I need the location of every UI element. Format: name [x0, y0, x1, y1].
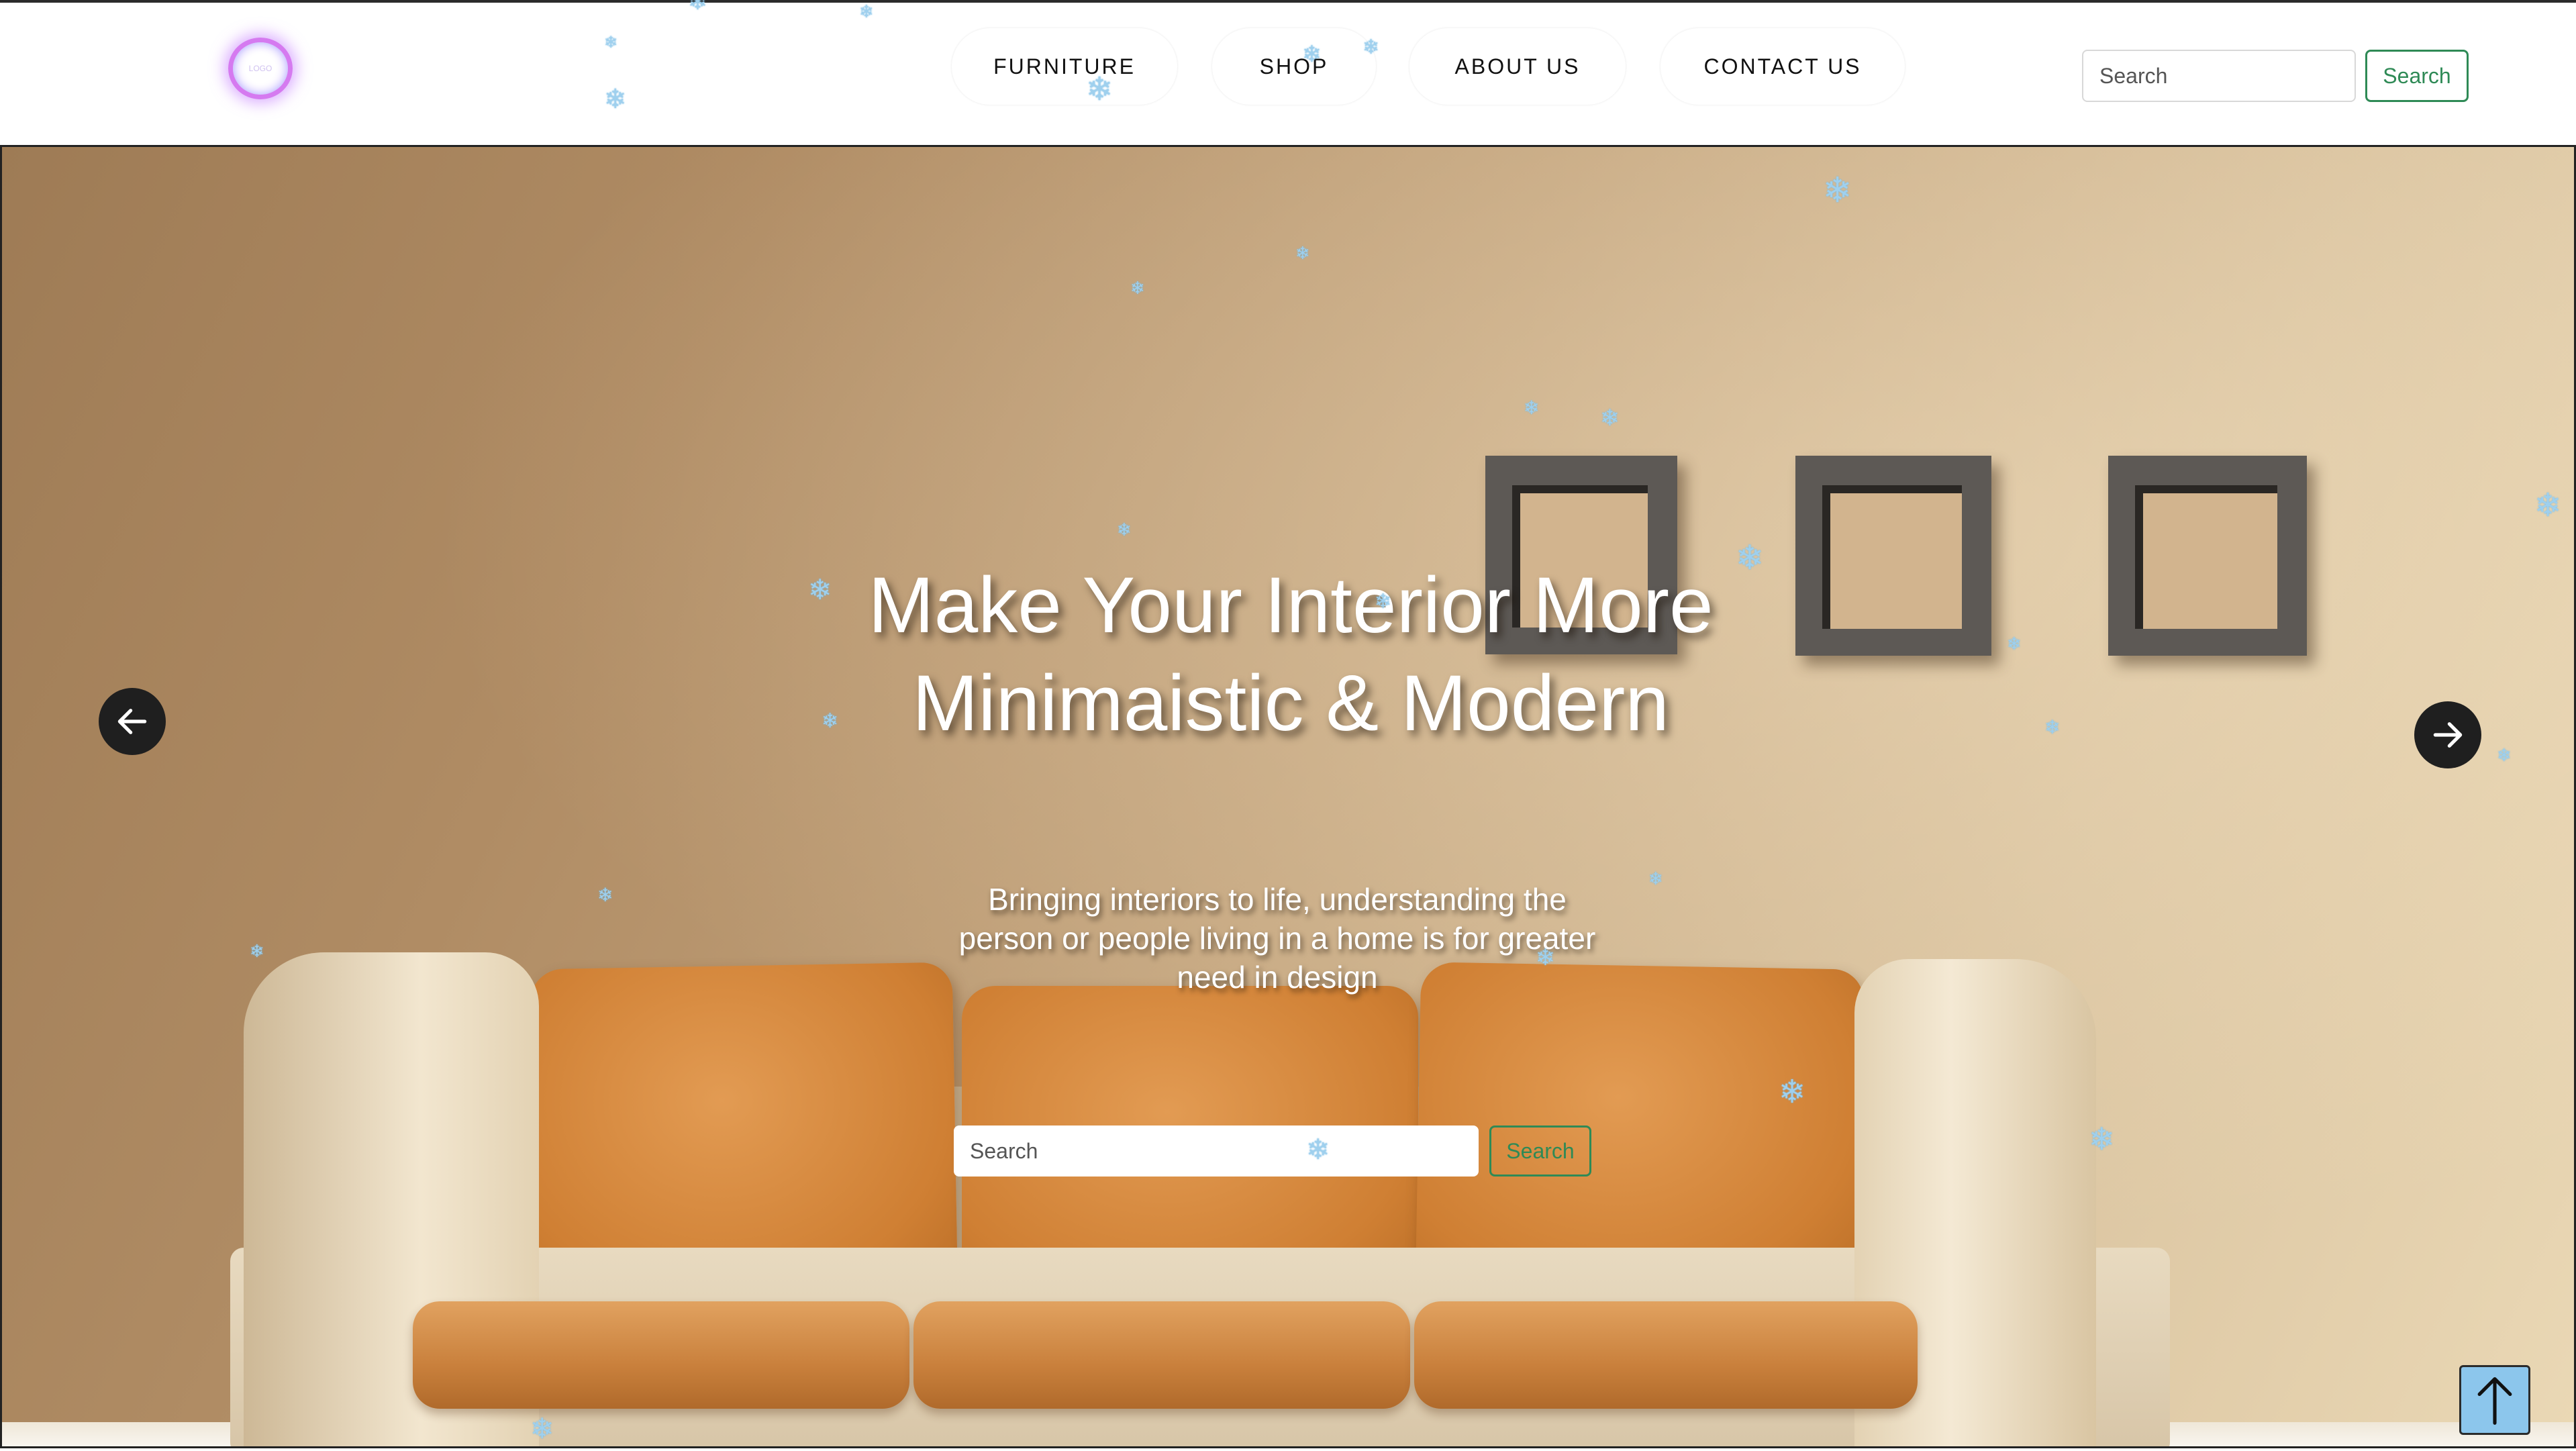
carousel-prev-button[interactable]	[99, 688, 166, 755]
snowflake-icon: ❄	[1306, 1134, 1330, 1165]
hero-subtitle-line: Bringing interiors to life, understandin…	[988, 882, 1567, 917]
snowflake-icon: ❄	[1375, 591, 1392, 613]
snowflake-icon: ❄	[2534, 488, 2562, 523]
hero-carousel: Make Your Interior More Minimaistic & Mo…	[0, 145, 2576, 1448]
snowflake-icon: ❄	[604, 85, 627, 114]
nav-link-contact-us[interactable]: CONTACT US	[1661, 28, 1905, 105]
snowflake-icon: ❄	[1648, 868, 1663, 889]
hero-subtitle: Bringing interiors to life, understandin…	[928, 880, 1626, 997]
snowflake-icon: ❄	[530, 1413, 554, 1444]
snowflake-icon: ❄	[604, 34, 618, 52]
snowflake-icon: ❄	[1086, 72, 1113, 107]
snowflake-icon: ❄	[2044, 717, 2061, 738]
header-search-button[interactable]: Search	[2365, 50, 2469, 102]
arrow-right-icon	[2433, 722, 2463, 748]
snowflake-icon: ❄	[1524, 397, 1540, 418]
snowflake-icon: ❄	[859, 1, 874, 21]
nav-link-about-us[interactable]: ABOUT US	[1409, 28, 1626, 105]
wall-shelf	[2108, 456, 2307, 656]
header-search-input[interactable]	[2082, 50, 2356, 102]
site-header: LOGO FURNITURE SHOP ABOUT US CONTACT US …	[0, 3, 2576, 145]
snowflake-icon: ❄	[808, 574, 832, 605]
site-logo[interactable]: LOGO	[228, 38, 293, 99]
hero-subtitle-line: need in design	[1177, 960, 1378, 995]
hero-title: Make Your Interior More Minimaistic & Mo…	[754, 556, 1828, 752]
snowflake-icon: ❄	[2007, 634, 2022, 654]
nav-link-shop[interactable]: SHOP	[1212, 28, 1376, 105]
snowflake-icon: ❄	[1117, 519, 1132, 540]
carousel-next-button[interactable]	[2414, 701, 2481, 768]
hero-subtitle-line: person or people living in a home is for…	[958, 921, 1596, 956]
hero-title-line: Minimaistic & Modern	[912, 659, 1669, 748]
snowflake-icon: ❄	[250, 941, 264, 961]
scroll-to-top-button[interactable]	[2459, 1365, 2530, 1435]
snowflake-icon: ❄	[1130, 278, 1145, 298]
snowflake-icon: ❄	[1736, 539, 1764, 577]
sofa-seat-cushion	[413, 1301, 909, 1409]
snowflake-icon: ❄	[2497, 745, 2512, 765]
snowflake-icon: ❄	[688, 0, 707, 15]
snowflake-icon: ❄	[1600, 405, 1620, 431]
logo-text: LOGO	[248, 64, 273, 73]
sofa-seat-cushion	[1414, 1301, 1918, 1409]
snowflake-icon: ❄	[1363, 36, 1380, 58]
hero-title-line: Make Your Interior More	[868, 561, 1714, 650]
snowflake-icon: ❄	[822, 710, 839, 732]
hero-search-input[interactable]	[954, 1125, 1479, 1177]
hero-search-button[interactable]: Search	[1489, 1125, 1591, 1177]
sofa-seat-cushion	[913, 1301, 1410, 1409]
snowflake-icon: ❄	[1823, 171, 1852, 210]
snowflake-icon: ❄	[1536, 945, 1555, 970]
nav-link-furniture[interactable]: FURNITURE	[952, 28, 1177, 105]
arrow-left-icon	[117, 709, 147, 734]
snowflake-icon: ❄	[2089, 1121, 2115, 1156]
arrow-up-icon	[2477, 1377, 2512, 1425]
snowflake-icon: ❄	[597, 885, 613, 905]
snowflake-icon: ❄	[1779, 1074, 1806, 1110]
snowflake-icon: ❄	[1295, 243, 1310, 263]
snowflake-icon: ❄	[1302, 42, 1322, 67]
